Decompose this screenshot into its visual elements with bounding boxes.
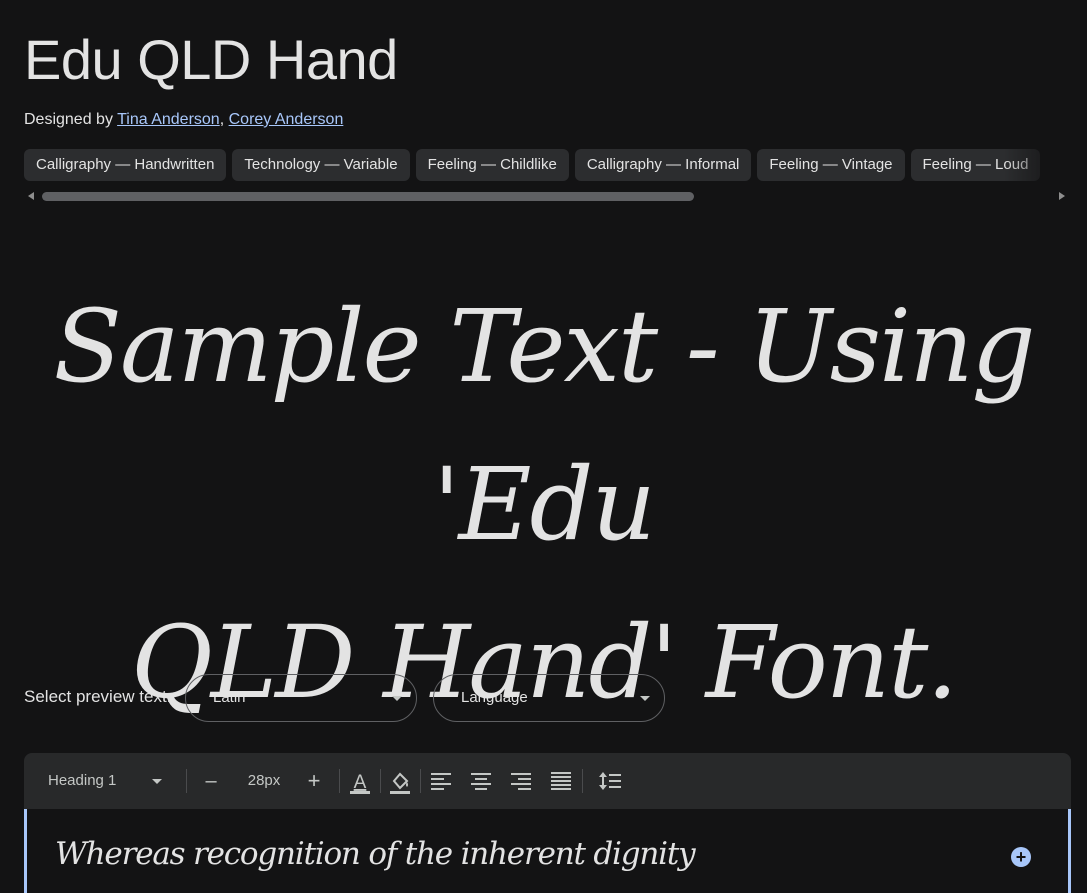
language-select[interactable]: Language (433, 674, 665, 722)
align-center-icon[interactable] (470, 753, 492, 809)
horizontal-scrollbar-thumb[interactable] (42, 192, 694, 201)
font-detail-page: Edu QLD Hand Designed by Tina Anderson, … (0, 0, 1087, 893)
language-select-value: Language (461, 689, 528, 706)
increase-size-button[interactable]: + (305, 753, 323, 809)
tag-chip[interactable]: Feeling — Vintage (757, 149, 905, 181)
tag-chip[interactable]: Feeling — Childlike (415, 149, 569, 181)
designer-link-2[interactable]: Corey Anderson (229, 111, 344, 128)
designed-by-label: Designed by (24, 111, 113, 128)
page-title: Edu QLD Hand (24, 28, 398, 91)
tag-chip-row: Calligraphy — Handwritten Technology — Va… (24, 149, 1064, 181)
editor-toolbar: Heading 1 – 28px + A (24, 753, 1071, 809)
align-justify-icon[interactable] (550, 753, 572, 809)
decrease-size-button[interactable]: – (202, 753, 220, 809)
text-style-value: Heading 1 (48, 772, 117, 789)
tag-row-fade (1004, 149, 1064, 181)
tag-chip[interactable]: Calligraphy — Informal (574, 149, 752, 181)
script-select-value: Latin (213, 689, 246, 706)
font-size-value[interactable]: 28px (246, 753, 282, 809)
script-select[interactable]: Latin (185, 674, 417, 722)
fill-color-icon[interactable] (388, 753, 412, 809)
toolbar-divider (186, 769, 187, 793)
scroll-right-arrow-icon[interactable] (1059, 192, 1065, 200)
editor-text[interactable]: Whereas recognition of the inherent dign… (55, 833, 696, 875)
svg-text:A: A (354, 772, 367, 793)
designer-credit: Designed by Tina Anderson, Corey Anderso… (24, 110, 343, 130)
preview-text-label: Select preview text: (24, 687, 172, 706)
line-height-icon[interactable] (598, 753, 622, 809)
tag-chip[interactable]: Calligraphy — Handwritten (24, 149, 227, 181)
toolbar-divider (420, 769, 421, 793)
designer-separator: , (219, 111, 225, 128)
toolbar-divider (380, 769, 381, 793)
caret-down-icon (392, 696, 402, 701)
text-style-dropdown[interactable]: Heading 1 (48, 753, 178, 809)
align-left-icon[interactable] (430, 753, 452, 809)
caret-down-icon (152, 779, 162, 784)
toolbar-divider (339, 769, 340, 793)
toolbar-divider (582, 769, 583, 793)
font-sample-preview: Sample Text - Using 'Edu QLD Hand' Font. (40, 268, 1047, 742)
sample-text-editor[interactable]: Whereas recognition of the inherent dign… (24, 809, 1071, 893)
text-color-icon[interactable]: A (348, 753, 372, 809)
sample-line-1: Sample Text - Using 'Edu (53, 288, 1036, 563)
designer-link-1[interactable]: Tina Anderson (117, 111, 220, 128)
add-circle-icon[interactable]: + (1011, 847, 1031, 867)
align-right-icon[interactable] (510, 753, 532, 809)
scroll-left-arrow-icon[interactable] (28, 192, 34, 200)
caret-down-icon (640, 696, 650, 701)
tag-chip[interactable]: Technology — Variable (232, 149, 410, 181)
